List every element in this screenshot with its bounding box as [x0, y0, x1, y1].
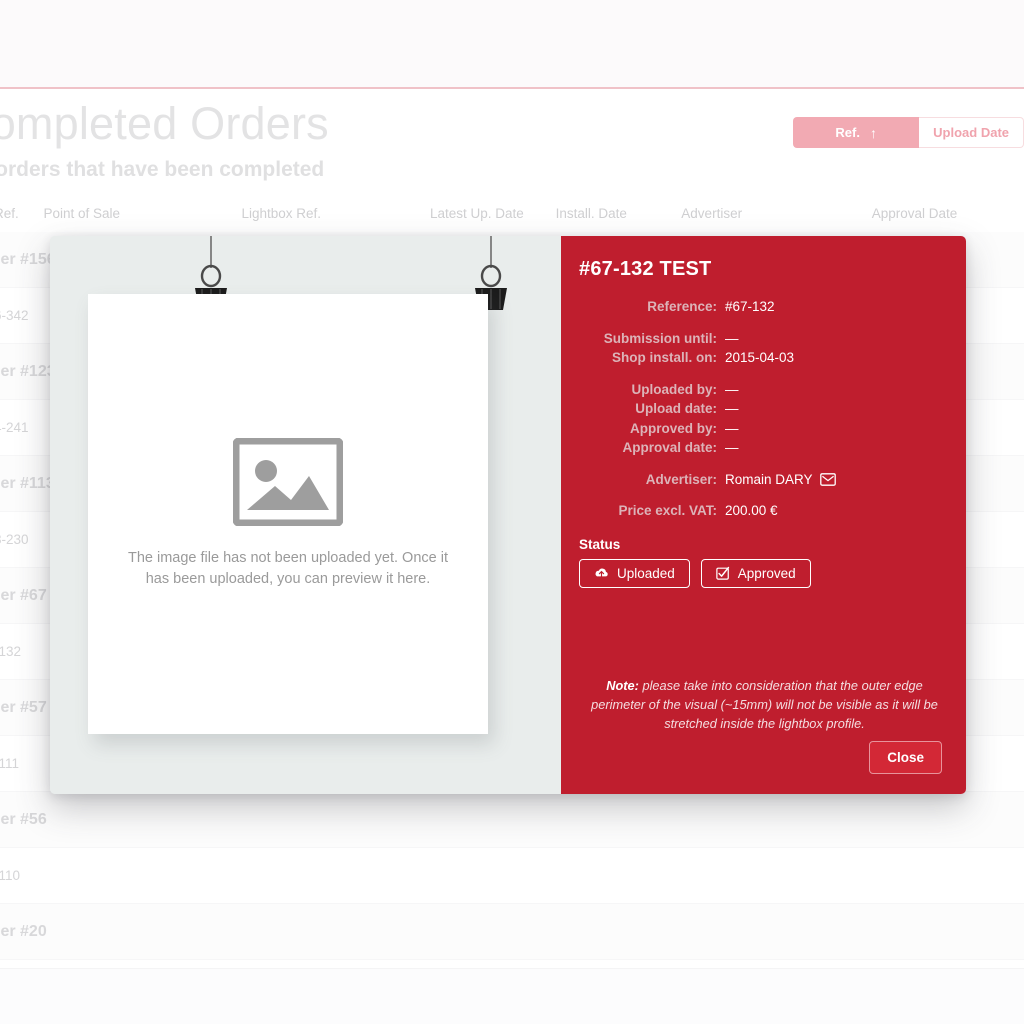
image-placeholder-icon [233, 437, 343, 526]
detail-field-row: Price excl. VAT: 200.00 € [575, 501, 940, 521]
detail-field-value-text: 200.00 € [725, 503, 778, 518]
detail-field-label: Reference: [647, 299, 717, 314]
detail-field-label: Approval date: [622, 440, 717, 455]
visual-note-prefix: Note: [606, 678, 639, 693]
detail-field-value-text: 2015-04-03 [725, 350, 795, 365]
detail-field-label: Advertiser: [645, 471, 717, 487]
status-section-label: Status [579, 536, 621, 552]
detail-field-row: Advertiser: Romain DARY [575, 470, 940, 490]
detail-field-value: — [725, 329, 739, 349]
close-button[interactable]: Close [869, 741, 942, 774]
detail-field-row: Uploaded by: — [575, 380, 940, 400]
detail-field-value-text: — [725, 330, 739, 346]
detail-field-label: Price excl. VAT: [618, 503, 717, 518]
detail-field-row: Reference: #67-132 [575, 297, 940, 317]
check-square-icon [716, 566, 729, 580]
visual-preview-panel: The image file has not been uploaded yet… [50, 236, 561, 794]
visual-note-text: please take into consideration that the … [591, 678, 938, 732]
modal-title: #67-132 TEST [579, 258, 712, 280]
detail-field-value: — [725, 399, 739, 419]
detail-field-value: — [725, 380, 739, 400]
detail-field-label: Approved by: [629, 420, 717, 436]
status-buttons: Uploaded Approved [579, 558, 940, 588]
detail-field-label: Uploaded by: [631, 381, 717, 397]
detail-field-value-text: — [725, 420, 739, 436]
detail-field-row: Shop install. on: 2015-04-03 [575, 348, 940, 368]
poster-sheet: The image file has not been uploaded yet… [88, 294, 488, 734]
modal-overlay[interactable]: The image file has not been uploaded yet… [0, 0, 1024, 1024]
detail-field-value: #67-132 [725, 297, 775, 317]
status-approved-label: Approved [737, 565, 796, 581]
detail-field-label: Upload date: [635, 401, 717, 416]
detail-field-label: Submission until: [603, 330, 717, 346]
app-root: Completed Orders List orders that have b… [0, 0, 1024, 1024]
detail-field-value-text: — [725, 381, 739, 397]
detail-field-row: Approval date: — [575, 438, 940, 458]
cloud-upload-icon [595, 568, 608, 577]
detail-field-value: 2015-04-03 [725, 348, 794, 368]
detail-field-row: Approved by: — [575, 419, 940, 439]
detail-fields: Reference: #67-132 Submission until: — Shop … [575, 297, 940, 521]
detail-field-value: Romain DARY [725, 470, 836, 490]
detail-field-value-text: — [725, 401, 739, 416]
status-uploaded-label: Uploaded [617, 565, 675, 581]
visual-note: Note: please take into consideration tha… [587, 676, 942, 734]
detail-field-value-text: Romain DARY [725, 471, 813, 487]
detail-field-row: Submission until: — [575, 329, 940, 349]
detail-field-label: Shop install. on: [612, 350, 717, 365]
order-details-panel: #67-132 TEST Reference: #67-132 Submission… [561, 236, 966, 794]
preview-placeholder-text: The image file has not been uploaded yet… [127, 549, 448, 587]
envelope-icon[interactable] [819, 472, 836, 486]
detail-field-row: Upload date: — [575, 399, 940, 419]
status-approved-button[interactable]: Approved [700, 558, 811, 588]
detail-field-value: — [725, 438, 739, 458]
detail-field-value-text: #67-132 [725, 299, 775, 314]
detail-field-value: 200.00 € [725, 501, 778, 521]
detail-field-value-text: — [725, 440, 739, 455]
detail-field-value: — [725, 419, 739, 439]
status-uploaded-button[interactable]: Uploaded [579, 558, 690, 588]
order-detail-modal: The image file has not been uploaded yet… [50, 236, 966, 794]
